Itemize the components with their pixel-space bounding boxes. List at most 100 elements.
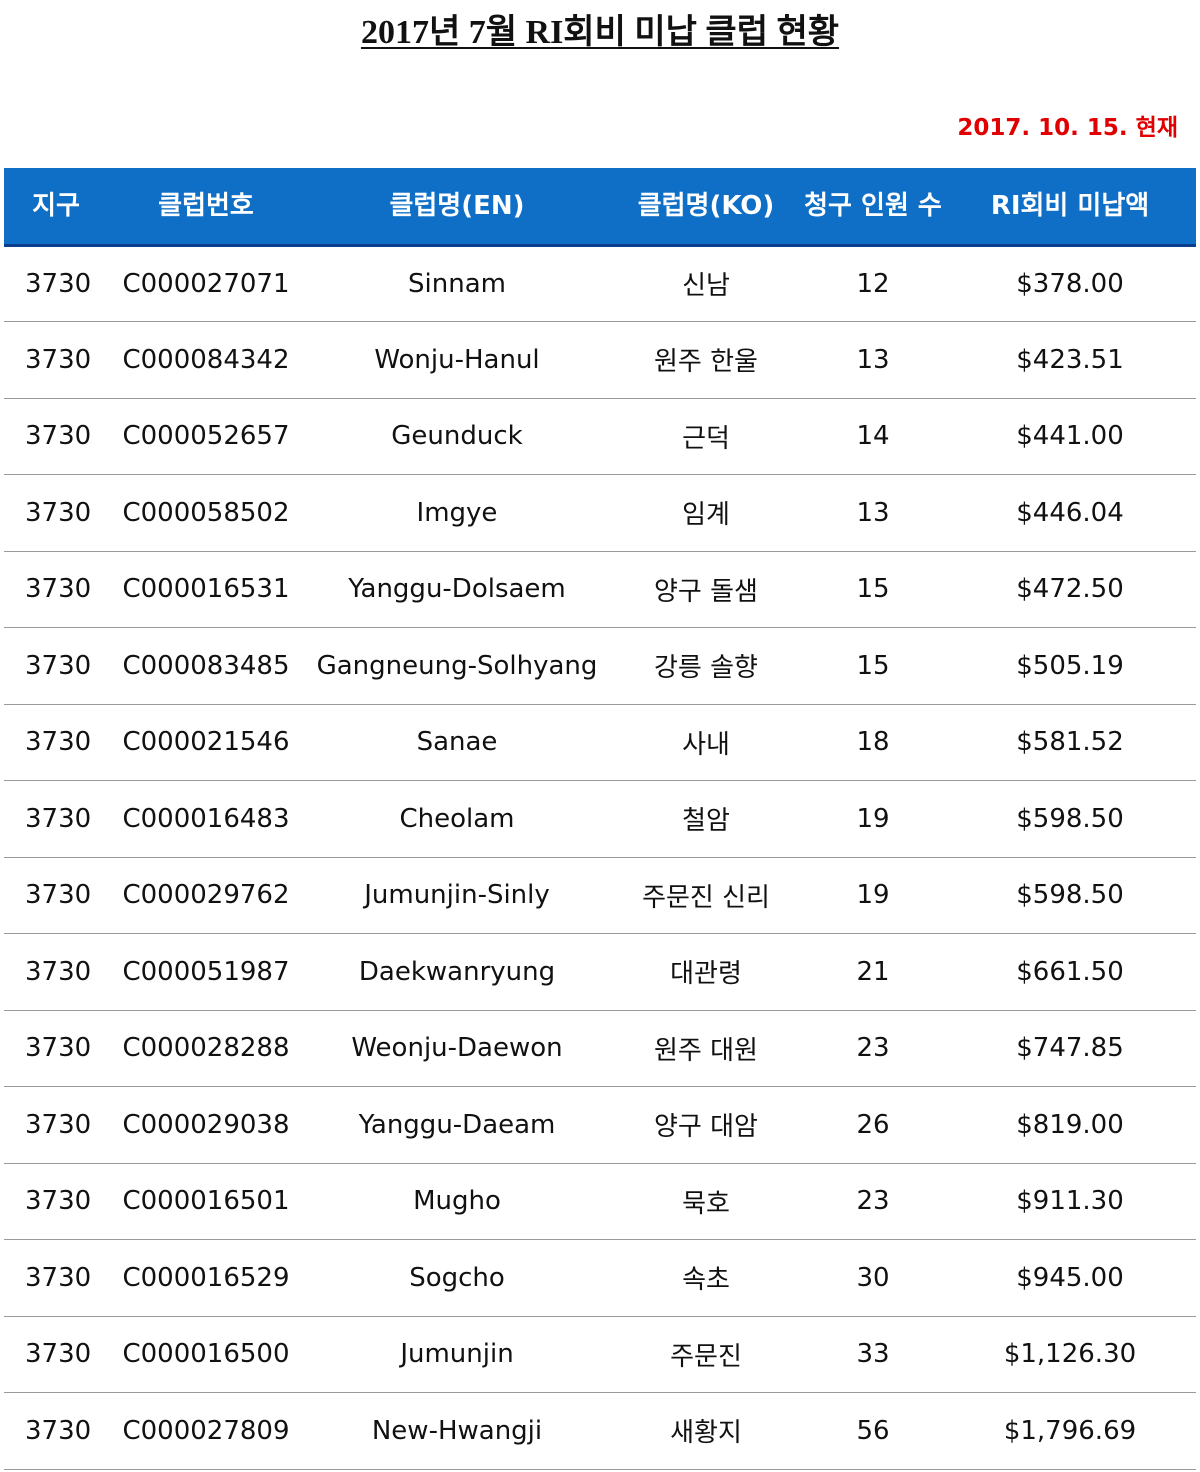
club-number-cell: C000029038	[122, 1109, 290, 1140]
club-name-en-cell: Jumunjin-Sinly	[364, 880, 550, 911]
unpaid-dues-cell: $441.00	[1016, 421, 1124, 452]
page-title-text: 2017년 7월 RI회비 미납 클럽 현황	[360, 14, 840, 51]
billed-members-cell: 33	[856, 1339, 890, 1370]
table-row: 3730 C000021546 Sanae 사내 18 $581.52	[4, 704, 1196, 781]
header-billed-members: 청구 인원 수	[804, 190, 942, 221]
table-row: 3730 C000016529 Sogcho 속초 30 $945.00	[4, 1240, 1196, 1316]
club-name-ko-cell: 임계	[682, 500, 730, 531]
district-cell: 3730	[25, 1339, 92, 1370]
club-name-en-cell: Sogcho	[409, 1262, 505, 1293]
club-number-cell: C000016501	[122, 1186, 290, 1217]
billed-members-cell: 23	[856, 1033, 890, 1064]
district-cell: 3730	[25, 421, 92, 452]
club-name-en-cell: Mugho	[413, 1186, 501, 1217]
page-title: 2017년 7월 RI회비 미납 클럽 현황	[0, 8, 1200, 58]
table-row: 3730 C000051987 Daekwanryung 대관령 21 $661.50	[4, 934, 1196, 1010]
table-row: 3730 C000027071 Sinnam 신남 12 $378.00	[4, 245, 1196, 322]
club-number-cell: C000016500	[122, 1339, 290, 1370]
district-cell: 3730	[25, 880, 92, 911]
club-name-en-cell: Weonju-Daewon	[351, 1033, 563, 1064]
club-number-cell: C000052657	[122, 421, 290, 452]
club-name-ko-cell: 양구 돌샘	[654, 576, 758, 607]
table-row: 3730 C000029038 Yanggu-Daeam 양구 대암 26 $819.00	[4, 1087, 1196, 1163]
club-name-ko-cell: 원주 대원	[654, 1035, 758, 1066]
club-number-cell: C000051987	[122, 956, 290, 987]
club-number-cell: C000016531	[122, 574, 290, 605]
billed-members-cell: 26	[856, 1109, 890, 1140]
header-unpaid-dues: RI회비 미납액	[990, 190, 1150, 221]
club-number-cell: C000028288	[122, 1033, 290, 1064]
club-number-cell: C000027071	[122, 268, 290, 299]
club-number-cell: C000083485	[122, 650, 290, 681]
club-name-ko-cell: 주문진 신리	[642, 882, 770, 913]
unpaid-dues-cell: $1,796.69	[1003, 1415, 1137, 1446]
club-name-ko-cell: 원주 한울	[654, 347, 758, 378]
header-club-name-en: 클럽명(EN)	[389, 190, 525, 221]
billed-members-cell: 23	[856, 1186, 890, 1217]
club-name-en-cell: Wonju-Hanul	[374, 344, 540, 375]
billed-members-cell: 19	[856, 803, 890, 834]
club-name-en-cell: Sinnam	[408, 268, 506, 299]
unpaid-dues-cell: $378.00	[1016, 268, 1124, 299]
club-name-en-cell: Gangneung-Solhyang	[316, 650, 598, 681]
club-name-ko-cell: 새황지	[670, 1418, 742, 1449]
district-cell: 3730	[25, 1109, 92, 1140]
club-number-cell: C000016529	[122, 1262, 290, 1293]
table-row: 3730 C000083485 Gangneung-Solhyang 강릉 솔향 15 $…	[4, 628, 1196, 704]
table-body: 3730 C000027071 Sinnam 신남 12 $378.00 3730 C0000…	[4, 245, 1196, 1469]
club-name-ko-cell: 주문진	[670, 1341, 742, 1372]
club-name-ko-cell: 대관령	[670, 959, 742, 990]
header-club-name-ko: 클럽명(KO)	[637, 190, 775, 221]
billed-members-cell: 13	[856, 497, 890, 528]
district-cell: 3730	[25, 344, 92, 375]
club-name-ko-cell: 철암	[682, 806, 730, 837]
unpaid-dues-cell: $661.50	[1016, 956, 1124, 987]
club-name-en-cell: Yanggu-Dolsaem	[348, 574, 566, 605]
district-cell: 3730	[25, 1262, 92, 1293]
district-cell: 3730	[25, 956, 92, 987]
club-name-en-cell: Yanggu-Daeam	[358, 1109, 556, 1140]
unpaid-dues-cell: $911.30	[1016, 1186, 1124, 1217]
club-name-ko-cell: 사내	[682, 729, 730, 760]
billed-members-cell: 19	[856, 880, 890, 911]
club-name-ko-cell: 신남	[682, 271, 730, 302]
unpaid-dues-cell: $505.19	[1016, 650, 1124, 681]
district-cell: 3730	[25, 268, 92, 299]
unpaid-dues-cell: $747.85	[1016, 1033, 1124, 1064]
billed-members-cell: 15	[856, 574, 890, 605]
billed-members-cell: 13	[856, 344, 890, 375]
club-name-en-cell: Sanae	[416, 727, 498, 758]
unpaid-dues-cell: $423.51	[1016, 344, 1124, 375]
billed-members-cell: 30	[856, 1262, 890, 1293]
table-row: 3730 C000029762 Jumunjin-Sinly 주문진 신리 19 $598…	[4, 857, 1196, 934]
district-cell: 3730	[25, 497, 92, 528]
district-cell: 3730	[25, 727, 92, 758]
district-cell: 3730	[25, 1415, 92, 1446]
club-name-ko-cell: 속초	[682, 1265, 730, 1296]
district-cell: 3730	[25, 1186, 92, 1217]
header-club-number: 클럽번호	[158, 190, 254, 221]
billed-members-cell: 14	[856, 421, 890, 452]
table-header-row: 지구 클럽번호 클럽명(EN) 클럽명(KO) 청구 인원 수 RI회비 미납액	[4, 168, 1196, 245]
club-name-en-cell: Jumunjin	[400, 1339, 514, 1370]
unpaid-dues-cell: $819.00	[1016, 1109, 1124, 1140]
table-row: 3730 C000084342 Wonju-Hanul 원주 한울 13 $423.51	[4, 322, 1196, 398]
billed-members-cell: 18	[856, 727, 890, 758]
table-row: 3730 C000028288 Weonju-Daewon 원주 대원 23 $747.8…	[4, 1010, 1196, 1087]
district-cell: 3730	[25, 803, 92, 834]
table-row: 3730 C000016500 Jumunjin 주문진 33 $1,126.30	[4, 1316, 1196, 1393]
club-number-cell: C000084342	[122, 344, 290, 375]
unpaid-dues-cell: $598.50	[1016, 880, 1124, 911]
club-name-ko-cell: 강릉 솔향	[654, 653, 758, 684]
club-name-ko-cell: 양구 대암	[654, 1112, 758, 1143]
table-row: 3730 C000052657 Geunduck 근덕 14 $441.00	[4, 398, 1196, 475]
unpaid-dues-table: 지구 클럽번호 클럽명(EN) 클럽명(KO) 청구 인원 수 RI회비 미납액…	[4, 168, 1196, 1470]
district-cell: 3730	[25, 574, 92, 605]
district-cell: 3730	[25, 1033, 92, 1064]
club-number-cell: C000029762	[122, 880, 290, 911]
table-row: 3730 C000027809 New-Hwangji 새황지 56 $1,796.69	[4, 1393, 1196, 1469]
club-number-cell: C000021546	[122, 727, 290, 758]
header-district: 지구	[32, 190, 80, 221]
billed-members-cell: 56	[856, 1415, 890, 1446]
unpaid-dues-cell: $598.50	[1016, 803, 1124, 834]
